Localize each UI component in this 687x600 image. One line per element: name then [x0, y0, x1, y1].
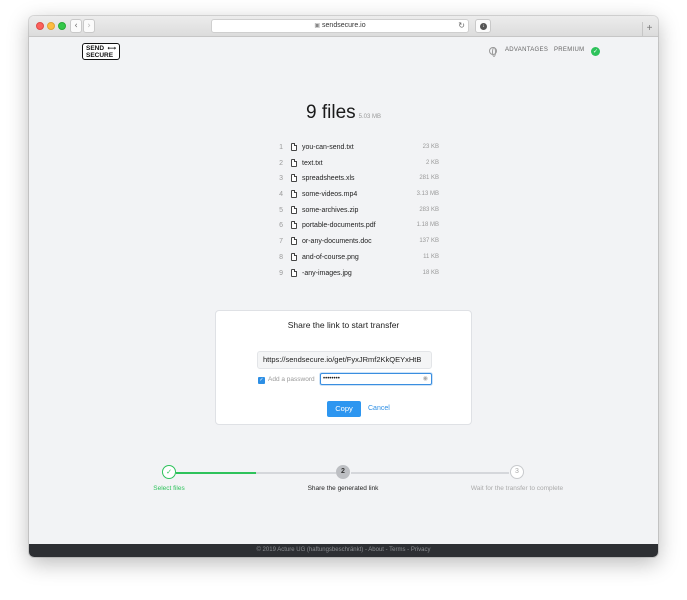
total-size: 5.03 MB — [358, 114, 381, 120]
browser-toolbar: ‹ › ▣ sendsecure.io ↻ ↓ + — [29, 16, 658, 37]
cancel-link[interactable]: Cancel — [368, 405, 390, 412]
file-index: 8 — [279, 253, 283, 261]
step-connector-done — [176, 472, 256, 474]
share-link-card: Share the link to start transfer https:/… — [215, 310, 472, 425]
sendsecure-logo[interactable]: SEND SECURE ⟷ — [82, 43, 120, 60]
file-name: or-any-documents.doc — [302, 238, 372, 246]
lock-icon: ▣ — [314, 23, 321, 29]
file-icon — [291, 174, 297, 183]
file-size: 281 KB — [419, 175, 439, 182]
add-password-checkbox[interactable]: ✓ — [258, 377, 265, 384]
footer-text: © 2019 Acture UG (haftungsbeschränkt) - … — [256, 547, 431, 553]
file-index: 6 — [279, 222, 283, 230]
address-bar-url: sendsecure.io — [322, 22, 366, 29]
step-2-circle: 2 — [336, 465, 350, 479]
list-item: 8 and-of-course.png 11 KB — [277, 252, 439, 268]
file-name: you-can-send.txt — [302, 144, 354, 151]
logo-line-2: SECURE — [86, 52, 114, 59]
close-window-button[interactable] — [36, 22, 44, 30]
file-size: 283 KB — [419, 206, 439, 213]
file-name: spreadsheets.xls — [302, 175, 355, 183]
password-value: •••••••• — [323, 376, 340, 382]
chevron-right-icon: › — [87, 21, 91, 31]
logo-arrow-icon: ⟷ — [107, 45, 116, 52]
progress-stepper: ✓ 2 3 Select files Share the generated l… — [29, 462, 658, 502]
password-input[interactable]: •••••••• ◉ — [320, 373, 432, 385]
file-size: 23 KB — [422, 144, 439, 150]
address-bar[interactable]: ▣ sendsecure.io ↻ — [211, 19, 469, 33]
add-password-label[interactable]: Add a password — [268, 376, 315, 383]
file-name: portable-documents.pdf — [302, 222, 376, 230]
list-item: 9 -any-images.jpg 18 KB — [277, 268, 439, 284]
back-button[interactable]: ‹ — [70, 19, 82, 33]
file-icon — [291, 221, 297, 230]
image-file-icon — [291, 252, 297, 261]
nav-advantages-link[interactable]: ADVANTAGES — [505, 47, 548, 53]
file-name: some-archives.zip — [302, 206, 359, 214]
forward-button[interactable]: › — [83, 19, 95, 33]
share-card-title: Share the link to start transfer — [287, 320, 400, 330]
file-icon — [291, 143, 297, 151]
minimize-window-button[interactable] — [47, 22, 55, 30]
browser-window: ‹ › ▣ sendsecure.io ↻ ↓ + SEND SECURE ⟷ A… — [29, 16, 658, 557]
logo-line-1: SEND — [86, 45, 105, 52]
page-footer: © 2019 Acture UG (haftungsbeschränkt) - … — [29, 544, 658, 557]
zoom-window-button[interactable] — [58, 22, 66, 30]
list-item: 3 spreadsheets.xls 281 KB — [277, 173, 439, 189]
list-item: 6 portable-documents.pdf 1.18 MB — [277, 220, 439, 236]
copy-button[interactable]: Copy — [327, 401, 361, 417]
list-item: 7 or-any-documents.doc 137 KB — [277, 236, 439, 252]
step-connector — [351, 472, 509, 474]
file-index: 4 — [279, 191, 283, 199]
downloads-button[interactable]: ↓ — [475, 19, 491, 33]
show-password-icon[interactable]: ◉ — [423, 374, 428, 384]
list-item: 4 some-videos.mp4 3.13 MB — [277, 189, 439, 205]
file-icon — [291, 237, 297, 246]
file-size: 18 KB — [422, 269, 439, 276]
step-3-circle: 3 — [510, 465, 524, 479]
step-1-check-icon: ✓ — [162, 465, 176, 479]
file-name: and-of-course.png — [302, 253, 359, 261]
download-icon: ↓ — [480, 23, 487, 30]
file-index: 3 — [279, 175, 283, 183]
new-tab-button[interactable]: + — [642, 22, 656, 37]
step-3-label: Wait for the transfer to complete — [470, 485, 564, 492]
file-index: 5 — [279, 206, 283, 214]
premium-check-icon: ✓ — [591, 47, 600, 56]
file-icon — [291, 205, 297, 214]
file-size: 2 KB — [425, 159, 439, 166]
step-1-label: Select files — [153, 485, 185, 492]
step-2-label: Share the generated link — [307, 485, 379, 492]
file-index: 1 — [279, 144, 283, 151]
file-icon — [291, 190, 297, 199]
file-index: 2 — [279, 159, 283, 167]
file-count-title: 9 files — [306, 102, 356, 123]
list-item: 2 text.txt 2 KB — [277, 158, 439, 174]
list-item: 1 you-can-send.txt 23 KB — [277, 142, 439, 158]
nav-premium-link[interactable]: PREMIUM — [554, 47, 584, 53]
reload-icon[interactable]: ↻ — [458, 20, 465, 32]
file-size: 137 KB — [419, 238, 439, 245]
file-icon — [291, 158, 297, 167]
list-item: 5 some-archives.zip 283 KB — [277, 205, 439, 221]
file-size: 3.13 MB — [416, 191, 439, 198]
file-list: 1 you-can-send.txt 23 KB 2 text.txt 2 KB… — [277, 142, 439, 283]
step-connector — [256, 472, 336, 474]
file-index: 9 — [279, 269, 283, 277]
file-name: some-videos.mp4 — [302, 191, 358, 199]
image-file-icon — [291, 268, 297, 277]
globe-icon[interactable] — [489, 47, 497, 57]
files-summary: 9 files 5.03 MB — [29, 102, 658, 124]
share-link-field[interactable]: https://sendsecure.io/get/FyxJRmf2KkQEYx… — [257, 351, 432, 369]
file-size: 1.18 MB — [416, 222, 439, 229]
file-index: 7 — [279, 238, 283, 246]
file-name: -any-images.jpg — [302, 269, 352, 277]
chevron-left-icon: ‹ — [74, 21, 78, 31]
file-name: text.txt — [302, 159, 323, 167]
file-size: 11 KB — [423, 253, 439, 260]
